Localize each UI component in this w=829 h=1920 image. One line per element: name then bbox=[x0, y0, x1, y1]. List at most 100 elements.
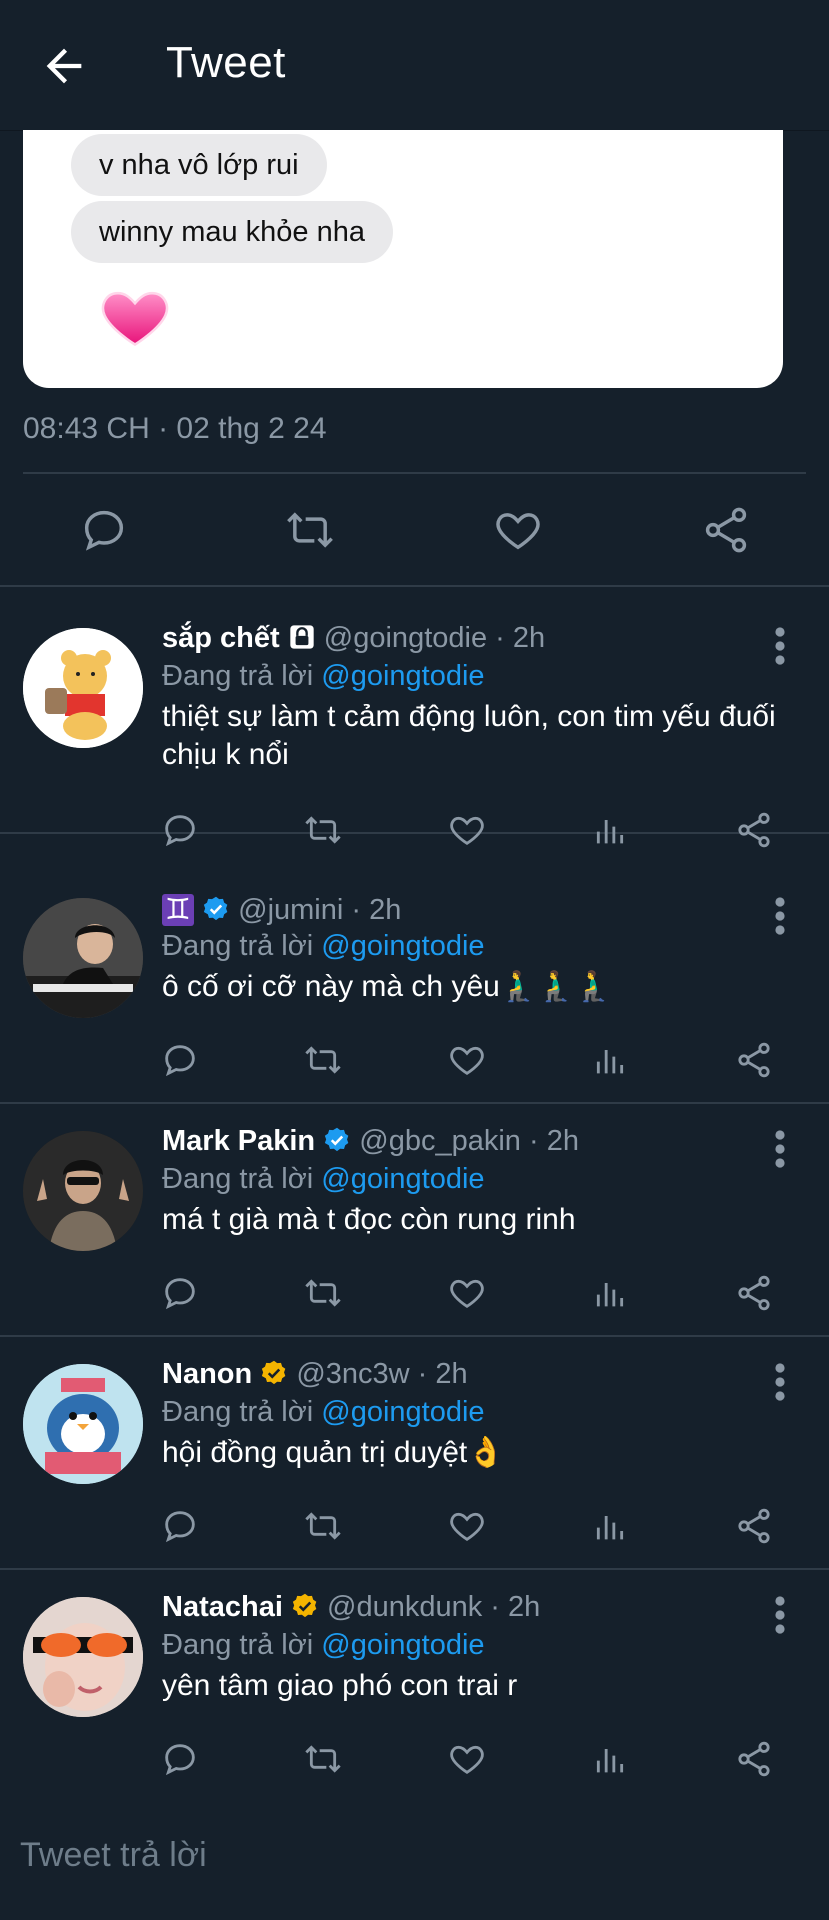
mention-link[interactable]: @goingtodie bbox=[321, 1163, 484, 1195]
replying-to: Đang trả lời @goingtodie bbox=[162, 1629, 485, 1662]
reply-action-bar bbox=[160, 1040, 800, 1090]
share-icon[interactable] bbox=[734, 1506, 774, 1546]
tweet-action-bar bbox=[0, 480, 829, 580]
replying-to: Đang trả lời @goingtodie bbox=[162, 660, 485, 693]
handle[interactable]: @goingtodie bbox=[324, 622, 487, 654]
retweet-icon[interactable] bbox=[303, 810, 343, 850]
replying-prefix: Đang trả lời bbox=[162, 1163, 314, 1195]
like-icon[interactable] bbox=[447, 810, 487, 850]
replying-prefix: Đang trả lời bbox=[162, 930, 314, 962]
mention-link[interactable]: @goingtodie bbox=[321, 660, 484, 692]
more-options-icon[interactable] bbox=[772, 1362, 788, 1402]
retweet-icon[interactable] bbox=[303, 1273, 343, 1313]
analytics-icon[interactable] bbox=[590, 1739, 630, 1779]
reply-icon[interactable] bbox=[160, 810, 200, 850]
verified-gold-icon bbox=[292, 1593, 317, 1618]
more-options-icon[interactable] bbox=[772, 626, 788, 666]
replying-prefix: Đang trả lời bbox=[162, 660, 314, 692]
reply-text: má t già mà t đọc còn rung rinh bbox=[162, 1203, 576, 1236]
retweet-icon[interactable] bbox=[284, 504, 336, 556]
handle[interactable]: @jumini bbox=[238, 894, 343, 926]
reply-text: thiệt sự làm t cảm động luôn, con tim yế… bbox=[162, 700, 776, 771]
reply-input[interactable]: Tweet trả lời bbox=[20, 1836, 207, 1875]
mention-link[interactable]: @goingtodie bbox=[321, 1629, 484, 1661]
share-icon[interactable] bbox=[700, 504, 752, 556]
mention-link[interactable]: @goingtodie bbox=[321, 930, 484, 962]
handle[interactable]: @gbc_pakin bbox=[359, 1125, 521, 1157]
display-name[interactable]: Nanon bbox=[162, 1358, 252, 1390]
verified-blue-icon bbox=[325, 1127, 349, 1152]
reply-icon[interactable] bbox=[160, 1506, 200, 1546]
reply-time: 2h bbox=[508, 1591, 541, 1623]
display-name[interactable]: ♊ bbox=[162, 894, 194, 926]
display-name[interactable]: sắp chết bbox=[162, 622, 280, 654]
verified-blue-icon bbox=[203, 896, 228, 921]
reply-icon[interactable] bbox=[160, 1739, 200, 1779]
top-bar: Tweet bbox=[0, 0, 829, 131]
avatar[interactable] bbox=[23, 628, 143, 748]
analytics-icon[interactable] bbox=[590, 810, 630, 850]
reply-header: ♊ @jumini · 2h bbox=[162, 892, 401, 927]
like-icon[interactable] bbox=[447, 1739, 487, 1779]
reply-tweet[interactable]: Nanon @3nc3w · 2h Đang trả lời @goingtod… bbox=[0, 1336, 829, 1570]
more-options-icon[interactable] bbox=[772, 896, 788, 936]
retweet-icon[interactable] bbox=[303, 1040, 343, 1080]
like-icon[interactable] bbox=[447, 1040, 487, 1080]
back-arrow-icon[interactable] bbox=[38, 40, 90, 92]
reply-tweet[interactable]: Mark Pakin @gbc_pakin · 2h Đang trả lời … bbox=[0, 1103, 829, 1337]
retweet-icon[interactable] bbox=[303, 1739, 343, 1779]
like-icon[interactable] bbox=[447, 1506, 487, 1546]
mention-link[interactable]: @goingtodie bbox=[321, 1396, 484, 1428]
divider bbox=[0, 585, 829, 587]
reply-icon[interactable] bbox=[160, 1040, 200, 1080]
avatar[interactable] bbox=[23, 1131, 143, 1251]
tweet-image[interactable]: v nha vô lớp rui winny mau khỏe nha bbox=[23, 130, 783, 388]
tweet-timestamp: 08:43 CH · 02 thg 2 24 bbox=[23, 412, 327, 445]
reply-tweet[interactable]: ♊ @jumini · 2h Đang trả lời @goingtodie … bbox=[0, 870, 829, 1104]
display-name[interactable]: Natachai bbox=[162, 1591, 283, 1623]
avatar[interactable] bbox=[23, 1597, 143, 1717]
replying-to: Đang trả lời @goingtodie bbox=[162, 1396, 485, 1429]
replying-prefix: Đang trả lời bbox=[162, 1396, 314, 1428]
reply-text: ô cố ơi cỡ này mà ch yêu🧎‍♂️🧎‍♂️🧎‍♂️ bbox=[162, 970, 612, 1003]
reply-time: 2h bbox=[369, 894, 402, 926]
more-options-icon[interactable] bbox=[772, 1129, 788, 1169]
avatar[interactable] bbox=[23, 898, 143, 1018]
lock-icon bbox=[290, 625, 314, 649]
like-icon[interactable] bbox=[447, 1273, 487, 1313]
reply-icon[interactable] bbox=[78, 504, 130, 556]
page-title: Tweet bbox=[166, 38, 286, 87]
analytics-icon[interactable] bbox=[590, 1273, 630, 1313]
chat-bubble: winny mau khỏe nha bbox=[71, 201, 393, 263]
avatar[interactable] bbox=[23, 1364, 143, 1484]
share-icon[interactable] bbox=[734, 1739, 774, 1779]
reply-action-bar bbox=[160, 1273, 800, 1323]
more-options-icon[interactable] bbox=[772, 1595, 788, 1635]
display-name[interactable]: Mark Pakin bbox=[162, 1125, 315, 1157]
reply-action-bar bbox=[160, 1739, 800, 1789]
share-icon[interactable] bbox=[734, 1273, 774, 1313]
share-icon[interactable] bbox=[734, 810, 774, 850]
reply-action-bar bbox=[160, 1506, 800, 1556]
replying-to: Đang trả lời @goingtodie bbox=[162, 1163, 485, 1196]
analytics-icon[interactable] bbox=[590, 1506, 630, 1546]
reply-composer[interactable]: Tweet trả lời bbox=[0, 1800, 829, 1920]
reply-tweet[interactable]: Natachai @dunkdunk · 2h Đang trả lời @go… bbox=[0, 1569, 829, 1803]
like-icon[interactable] bbox=[492, 504, 544, 556]
reply-header: Mark Pakin @gbc_pakin · 2h bbox=[162, 1125, 579, 1157]
handle[interactable]: @dunkdunk bbox=[327, 1591, 482, 1623]
replying-prefix: Đang trả lời bbox=[162, 1629, 314, 1661]
retweet-icon[interactable] bbox=[303, 1506, 343, 1546]
analytics-icon[interactable] bbox=[590, 1040, 630, 1080]
reply-tweet[interactable]: sắp chết @goingtodie · 2h Đang trả lời @… bbox=[0, 600, 829, 848]
reply-time: 2h bbox=[546, 1125, 579, 1157]
reply-header: Nanon @3nc3w · 2h bbox=[162, 1358, 468, 1390]
reply-text: yên tâm giao phó con trai r bbox=[162, 1669, 518, 1702]
reply-action-bar bbox=[160, 810, 800, 860]
share-icon[interactable] bbox=[734, 1040, 774, 1080]
chat-bubble: v nha vô lớp rui bbox=[71, 134, 327, 196]
reply-header: Natachai @dunkdunk · 2h bbox=[162, 1591, 541, 1623]
handle[interactable]: @3nc3w bbox=[296, 1358, 409, 1390]
reply-time: 2h bbox=[512, 622, 546, 654]
reply-icon[interactable] bbox=[160, 1273, 200, 1313]
